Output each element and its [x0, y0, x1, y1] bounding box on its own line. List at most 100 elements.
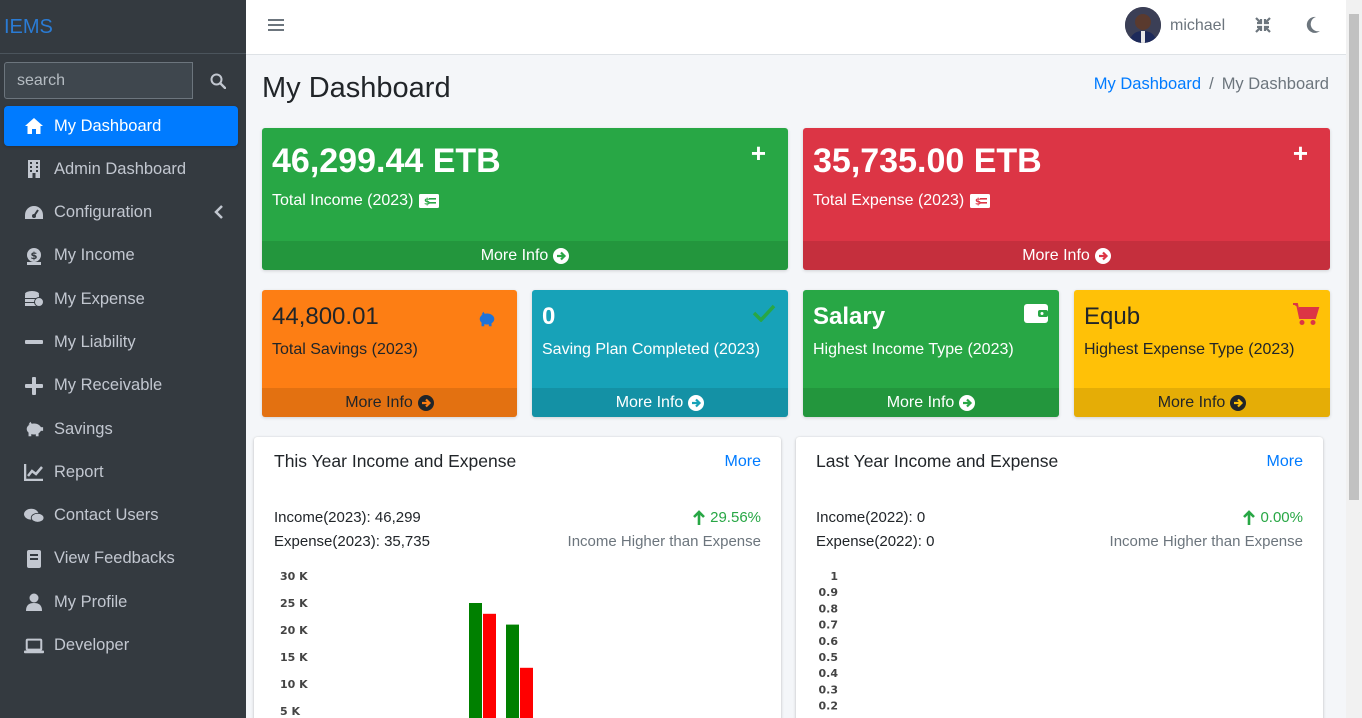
sidebar-item-report[interactable]: Report	[4, 452, 238, 492]
page-title: My Dashboard	[262, 72, 451, 104]
topbar: michael	[246, 0, 1346, 55]
sidebar-item-label: Developer	[54, 636, 130, 655]
sidebar-item-contact-users[interactable]: Contact Users	[4, 496, 238, 536]
sidebar-item-label: Contact Users	[54, 506, 159, 525]
sidebar-item-my-income[interactable]: $ My Income	[4, 236, 238, 276]
chevron-left-icon	[214, 204, 224, 224]
footer-label: More Info	[1022, 246, 1090, 264]
laptop-icon	[24, 636, 44, 656]
y-tick-label: 0.4	[819, 667, 839, 680]
sidebar-item-my-receivable[interactable]: My Receivable	[4, 366, 238, 406]
saving-plan-more-info-link[interactable]: More Info	[532, 388, 788, 417]
username[interactable]: michael	[1170, 17, 1225, 35]
add-expense-button[interactable]: +	[1293, 138, 1308, 169]
arrow-circle-right-icon	[1230, 394, 1247, 411]
minus-icon	[24, 332, 44, 352]
expense-value: 35,735.00 ETB	[813, 142, 1042, 180]
menu-toggle-button[interactable]	[268, 17, 284, 38]
arrow-circle-right-icon	[959, 394, 976, 411]
expense-label: Total Expense (2023)	[813, 192, 965, 209]
y-tick-label: 5 K	[280, 705, 300, 718]
arrow-circle-right-icon	[688, 394, 705, 411]
y-tick-label: 30 K	[280, 570, 308, 583]
svg-text:$: $	[31, 251, 38, 262]
sidebar-item-label: Report	[54, 462, 104, 481]
salary-box: Salary Highest Income Type (2023) More I…	[803, 290, 1059, 417]
sidebar-item-savings[interactable]: Savings	[4, 409, 238, 449]
savings-more-info-link[interactable]: More Info	[262, 388, 517, 417]
sidebar-nav: My Dashboard Admin Dashboard Configurati…	[4, 106, 238, 669]
sidebar-item-label: My Profile	[54, 592, 128, 611]
search-input[interactable]	[4, 62, 193, 99]
money-icon: $	[24, 246, 44, 266]
dark-mode-button[interactable]	[1305, 16, 1321, 39]
footer-label: More Info	[1157, 393, 1226, 411]
compress-icon	[1255, 17, 1271, 33]
sidebar-item-my-liability[interactable]: My Liability	[4, 322, 238, 362]
brand-logo[interactable]: IEMS	[0, 0, 246, 54]
savings-value: 44,800.01	[272, 303, 379, 330]
sidebar-item-view-feedbacks[interactable]: View Feedbacks	[4, 539, 238, 579]
y-tick-label: 0.8	[819, 602, 839, 615]
check-icon	[752, 304, 776, 322]
arrow-circle-right-icon	[1094, 247, 1111, 264]
y-tick-label: 0.5	[819, 651, 839, 664]
avatar[interactable]	[1125, 7, 1161, 43]
salary-label: Highest Income Type (2023)	[813, 341, 1014, 358]
footer-label: More Info	[886, 393, 955, 411]
fullscreen-button[interactable]	[1254, 16, 1272, 39]
breadcrumb: My Dashboard / My Dashboard	[1094, 75, 1329, 94]
sidebar-item-label: Savings	[54, 419, 113, 438]
breadcrumb-current: My Dashboard	[1221, 75, 1329, 93]
income-label-wrap: Total Income (2023) $	[272, 192, 440, 210]
footer-label: More Info	[480, 246, 549, 264]
sidebar-item-admin-dashboard[interactable]: Admin Dashboard	[4, 149, 238, 189]
money-check-icon: $	[970, 194, 991, 208]
saving-plan-value: 0	[542, 303, 556, 330]
user-icon	[24, 592, 44, 612]
y-tick-label: 0.2	[819, 700, 839, 713]
expense-label-wrap: Total Expense (2023) $	[813, 192, 991, 210]
income-box: 46,299.44 ETB + Total Income (2023) $ Mo…	[262, 128, 788, 270]
gauge-icon	[24, 203, 44, 223]
chart-line-icon	[24, 462, 44, 482]
y-tick-label: 0.6	[819, 635, 839, 648]
last-year-chart: 10.90.80.70.60.50.40.30.20.1	[819, 570, 839, 718]
sidebar-item-label: My Receivable	[54, 376, 163, 395]
footer-label: More Info	[345, 393, 413, 411]
breadcrumb-separator: /	[1209, 75, 1214, 93]
savings-label: Total Savings (2023)	[272, 341, 418, 358]
moon-icon	[1306, 16, 1320, 33]
add-income-button[interactable]: +	[751, 138, 766, 169]
comments-icon	[24, 506, 44, 526]
salary-more-info-link[interactable]: More Info	[803, 388, 1059, 417]
bar	[483, 613, 496, 718]
breadcrumb-link[interactable]: My Dashboard	[1094, 75, 1201, 93]
footer-label: More Info	[615, 393, 684, 411]
y-tick-label: 0.3	[819, 683, 839, 696]
sidebar-item-my-expense[interactable]: My Expense	[4, 279, 238, 319]
building-icon	[24, 159, 44, 179]
this-year-chart: 30 K 25 K 20 K 15 K 10 K 5 K	[280, 570, 533, 718]
sidebar-search	[4, 62, 239, 99]
equb-box: Equb Highest Expense Type (2023) More In…	[1074, 290, 1330, 417]
scrollbar-thumb[interactable]	[1349, 14, 1359, 500]
last-year-card: Last Year Income and Expense More Income…	[796, 437, 1323, 718]
sidebar-item-configuration[interactable]: Configuration	[4, 193, 238, 233]
arrow-circle-right-icon	[417, 394, 434, 411]
sidebar: IEMS My Dashboard Admin Dashboard Config…	[0, 0, 246, 718]
sidebar-item-label: Admin Dashboard	[54, 159, 187, 178]
arrow-circle-right-icon	[553, 247, 570, 264]
sidebar-item-developer[interactable]: Developer	[4, 626, 238, 666]
expense-box: 35,735.00 ETB + Total Expense (2023) $ M…	[803, 128, 1330, 270]
sidebar-item-my-profile[interactable]: My Profile	[4, 582, 238, 622]
expense-more-info-link[interactable]: More Info	[803, 241, 1330, 270]
y-tick-label: 25 K	[280, 597, 308, 610]
income-more-info-link[interactable]: More Info	[262, 241, 788, 270]
bar	[520, 667, 533, 718]
sidebar-item-label: My Income	[54, 246, 135, 265]
search-button[interactable]	[196, 62, 239, 99]
sidebar-item-label: My Expense	[54, 289, 145, 308]
equb-more-info-link[interactable]: More Info	[1074, 388, 1330, 417]
sidebar-item-my-dashboard[interactable]: My Dashboard	[4, 106, 238, 146]
